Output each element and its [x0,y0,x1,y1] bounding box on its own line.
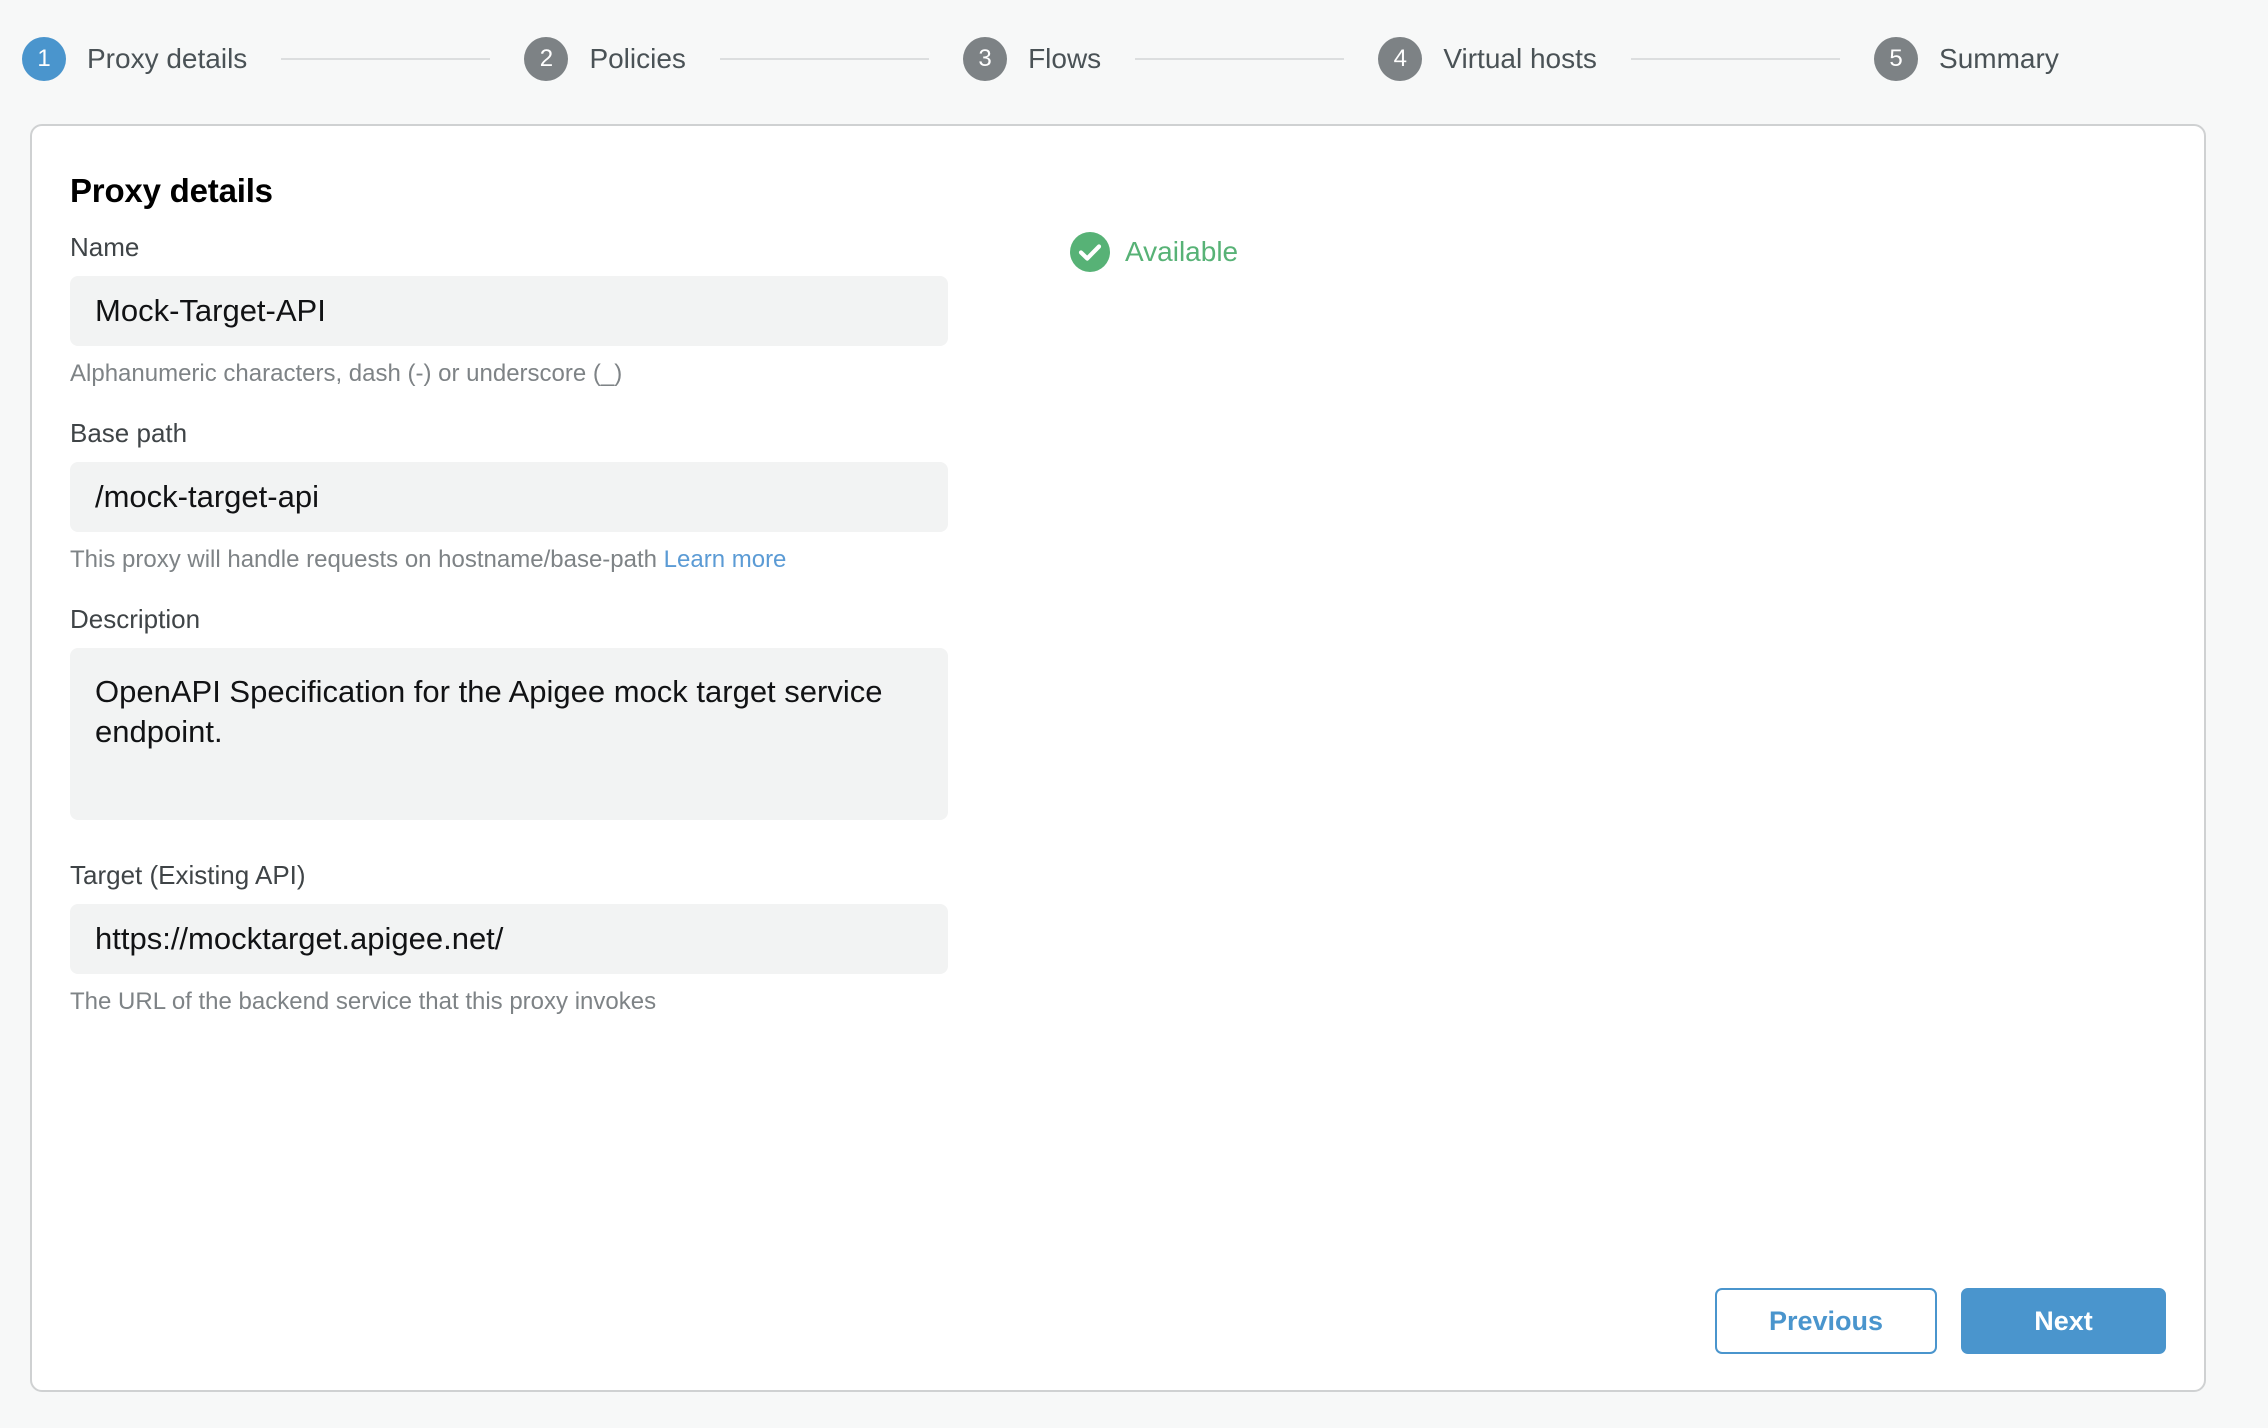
wizard-stepper: 1 Proxy details 2 Policies 3 Flows 4 Vir… [0,0,2268,118]
check-circle-icon [1070,232,1110,272]
name-input[interactable]: Mock-Target-API [70,276,948,346]
step-number-badge-1: 1 [22,37,66,81]
step-connector-2-3 [719,58,930,60]
page-title: Proxy details [70,172,273,209]
base-path-input[interactable]: /mock-target-api [70,462,948,532]
stepper-step-flows[interactable]: 3 Flows [963,37,1101,81]
availability-status-text: Available [1125,236,1239,267]
stepper-step-proxy-details[interactable]: 1 Proxy details [22,37,247,81]
help-name: Alphanumeric characters, dash (-) or und… [70,360,623,387]
previous-button[interactable]: Previous [1715,1288,1937,1354]
step-connector-3-4 [1135,58,1345,60]
form-spacer-1 [70,388,2204,418]
step-label-virtual-hosts: Virtual hosts [1443,43,1597,74]
form-spacer-3 [70,820,2204,860]
help-target: The URL of the backend service that this… [70,988,657,1015]
field-base-path: Base path /mock-target-api This proxy wi… [70,418,2204,574]
wizard-footer: Previous Next [1715,1288,2166,1354]
name-availability-badge: Available [1070,232,1238,272]
stepper-step-virtual-hosts[interactable]: 4 Virtual hosts [1378,37,1597,81]
help-base-path: This proxy will handle requests on hostn… [70,546,2204,574]
proxy-details-card: Proxy details Name Mock-Target-API Alpha… [30,124,2206,1392]
step-connector-1-2 [281,58,491,60]
step-label-summary: Summary [1939,43,2059,74]
step-number-badge-5: 5 [1874,37,1919,81]
target-input[interactable]: https://mocktarget.apigee.net/ [70,904,948,974]
field-name: Name Mock-Target-API Alphanumeric charac… [70,232,2204,388]
proxy-details-form: Name Mock-Target-API Alphanumeric charac… [70,210,2204,1016]
label-target: Target (Existing API) [70,860,306,890]
step-label-proxy-details: Proxy details [87,43,248,74]
field-description: Description OpenAPI Specification for th… [70,604,2204,820]
learn-more-link[interactable]: Learn more [664,546,787,573]
label-description: Description [70,604,201,634]
help-base-path-text: This proxy will handle requests on hostn… [70,546,657,573]
field-target: Target (Existing API) https://mocktarget… [70,860,2204,1016]
form-spacer-2 [70,574,2204,604]
step-number-badge-2: 2 [524,37,569,81]
step-label-flows: Flows [1028,43,1102,74]
stepper-step-summary[interactable]: 5 Summary [1874,37,2059,81]
step-connector-4-5 [1630,58,1841,60]
step-label-policies: Policies [589,43,686,74]
description-textarea[interactable]: OpenAPI Specification for the Apigee moc… [70,648,948,820]
step-number-badge-4: 4 [1378,37,1423,81]
stepper-step-policies[interactable]: 2 Policies [524,37,686,81]
step-number-badge-3: 3 [963,37,1008,81]
next-button[interactable]: Next [1961,1288,2166,1354]
label-base-path: Base path [70,418,188,448]
